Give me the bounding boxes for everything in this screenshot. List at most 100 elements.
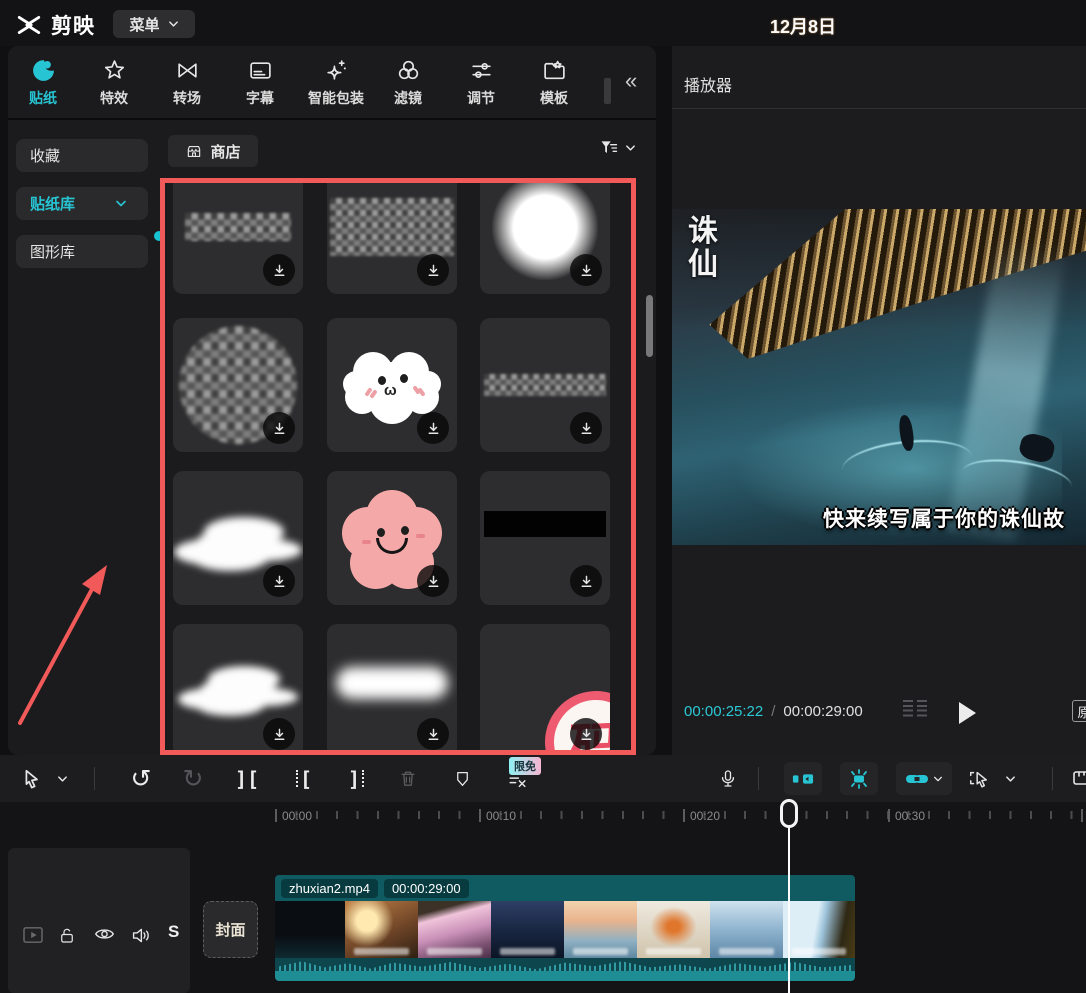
thumb-snow — [710, 901, 783, 958]
undo-button[interactable]: ↺ — [126, 755, 156, 802]
sidebar-item-graphics-library[interactable]: 图形库 — [16, 235, 148, 268]
thumb-ice — [783, 901, 855, 958]
click-cursor-icon — [967, 768, 991, 790]
date-overlay: 12月8日 — [770, 13, 836, 39]
tab-smart-pack[interactable]: 智能包装 — [296, 58, 376, 114]
video-clip[interactable]: zhuxian2.mp4 00:00:29:00 — [275, 875, 855, 981]
chevron-down-icon — [168, 20, 179, 28]
redo-button[interactable]: ↻ — [178, 755, 208, 802]
track-header: S — [8, 848, 190, 993]
shield-icon — [453, 769, 472, 789]
clip-duration-label: 00:00:29:00 — [384, 879, 469, 898]
tab-templates[interactable]: 模板 — [519, 58, 589, 114]
store-icon — [185, 143, 203, 160]
ruler-icon — [1073, 768, 1086, 790]
timeline-ruler[interactable]: 00:00 00:10 00:20 00:30 00:40 — [0, 802, 1086, 835]
sliders-icon — [469, 58, 494, 83]
sticker-icon — [31, 58, 56, 83]
tab-subtitles[interactable]: 字幕 — [225, 58, 295, 114]
tab-transitions[interactable]: 转场 — [152, 58, 222, 114]
ruler-tool-button[interactable] — [1072, 755, 1086, 802]
select-tool-chevron[interactable] — [54, 755, 70, 802]
template-folder-icon — [542, 58, 567, 83]
player-title: 播放器 — [684, 72, 732, 96]
ruler-label: 00:20 — [683, 809, 720, 823]
store-button[interactable]: 商店 — [168, 135, 258, 167]
eye-icon[interactable] — [94, 926, 115, 942]
cover-button[interactable]: 封面 — [203, 901, 258, 958]
preview-snap-button[interactable] — [784, 762, 822, 795]
chevron-down-icon — [625, 144, 636, 152]
video-subtitle: 快来续写属于你的诛仙故 — [823, 503, 1065, 533]
tabrow-divider — [8, 118, 656, 120]
collapse-panel-icon[interactable]: « — [625, 68, 637, 94]
split-keep-left-button[interactable]: ] — [340, 755, 374, 802]
record-voice-button[interactable] — [714, 755, 742, 802]
filter-funnel-icon — [598, 138, 620, 158]
link-icon — [905, 772, 929, 786]
playhead-handle[interactable] — [780, 799, 798, 828]
split-button[interactable]: ][ — [232, 755, 262, 802]
thumb-night — [491, 901, 564, 958]
chevron-down-icon — [1005, 775, 1016, 783]
solo-track-button[interactable]: S — [168, 922, 179, 942]
playhead-line[interactable] — [788, 827, 790, 993]
capcut-logo-icon — [16, 12, 42, 38]
thumb-sea — [564, 901, 637, 958]
delete-button[interactable] — [394, 755, 422, 802]
menu-button[interactable]: 菜单 — [113, 10, 195, 38]
subtitle-icon — [248, 58, 273, 83]
clip-name-label: zhuxian2.mp4 — [281, 879, 378, 898]
click-select-chevron[interactable] — [1002, 755, 1018, 802]
edit-toolbar: ↺ ↻ ][ [ ] 限免 — [0, 755, 1086, 802]
tab-adjust[interactable]: 调节 — [446, 58, 516, 114]
video-logo: 诛仙 — [688, 215, 724, 281]
click-select-button[interactable] — [964, 755, 994, 802]
microphone-icon — [718, 767, 738, 790]
tab-filters[interactable]: 滤镜 — [373, 58, 443, 114]
ruler-label: 00:10 — [479, 809, 516, 823]
player-panel: 播放器 诛仙 快来续写属于你的诛仙故 00:00:25:22 / 00:00:2… — [672, 46, 1086, 755]
tab-stickers[interactable]: 贴纸 — [8, 58, 78, 114]
play-button[interactable] — [959, 702, 976, 724]
cursor-icon — [20, 768, 42, 790]
original-quality-button[interactable]: 原 — [1072, 700, 1086, 722]
star-icon — [102, 58, 127, 83]
app-window: 剪映 菜单 12月8日 天极下载站 down.yesky.com 贴纸 特效 转… — [0, 0, 1086, 993]
thumb-dark — [275, 901, 345, 958]
tab-effects[interactable]: 特效 — [79, 58, 149, 114]
chevron-down-icon — [57, 775, 68, 783]
current-time: 00:00:25:22 — [684, 703, 763, 720]
filter-circles-icon — [396, 58, 421, 83]
mark-button[interactable] — [448, 755, 476, 802]
total-time: 00:00:29:00 — [783, 703, 862, 720]
app-name: 剪映 — [51, 10, 95, 40]
trash-icon — [398, 768, 418, 789]
filter-control[interactable] — [598, 138, 636, 158]
thumb-sunset — [345, 901, 418, 958]
lock-icon[interactable] — [58, 926, 76, 946]
sidebar-item-sticker-library[interactable]: 贴纸库 — [16, 187, 148, 220]
magnet-icon — [847, 769, 871, 789]
frame-list-icon[interactable] — [903, 700, 931, 721]
select-tool-button[interactable] — [18, 755, 44, 802]
split-keep-right-button[interactable]: [ — [286, 755, 320, 802]
ruler-label: 00:40 — [1081, 809, 1086, 823]
video-preview[interactable]: 诛仙 快来续写属于你的诛仙故 — [672, 209, 1086, 545]
toolbar-divider — [94, 767, 95, 790]
timeline-tracks: S 封面 zhuxian2.mp4 00:00:29:00 — [0, 835, 1086, 993]
toolbar-divider — [758, 767, 759, 790]
volume-icon[interactable] — [130, 926, 151, 945]
track-preview-icon[interactable] — [22, 926, 44, 944]
limited-free-badge: 限免 — [509, 757, 541, 775]
chevron-down-icon — [933, 775, 943, 783]
link-toggle-button[interactable] — [896, 762, 952, 795]
audio-waveform — [275, 958, 855, 975]
time-display: 00:00:25:22 / 00:00:29:00 — [684, 703, 863, 720]
grid-scrollbar[interactable] — [646, 295, 653, 357]
magnet-snap-button[interactable] — [840, 762, 878, 795]
sidebar-item-favorites[interactable]: 收藏 — [16, 139, 148, 172]
clip-bottom-strip — [275, 975, 855, 981]
thumb-phoenix — [637, 901, 710, 958]
tab-partial — [604, 78, 611, 104]
